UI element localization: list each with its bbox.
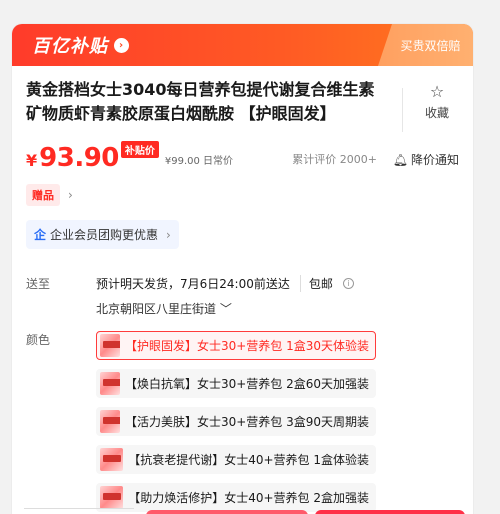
bell-icon: 🔔︎ [392, 152, 408, 167]
subsidy-banner[interactable]: 百亿补贴 › 买贵双倍赔 [12, 24, 473, 66]
gift-row[interactable]: 赠品 › [12, 172, 473, 206]
color-label: 颜色 [26, 333, 51, 347]
product-thumbnail [100, 448, 124, 471]
price-drop-notify-button[interactable]: 🔔︎ 降价通知 [393, 151, 459, 168]
review-count[interactable]: 累计评价 2000+ [292, 151, 377, 167]
address-selector[interactable]: 北京朝阳区八里庄街道 ﹀ [96, 300, 354, 317]
enterprise-icon: 企 [34, 228, 47, 242]
color-option[interactable]: 【活力美肤】女士30+营养包 3盒90天周期装 [96, 407, 376, 436]
product-title: 黄金搭档女士3040每日营养包提代谢复合维生素矿物质虾青素胶原蛋白烟酰胺 【护眼… [26, 80, 375, 123]
color-option[interactable]: 【焕白抗氧】女士30+营养包 2盒60天加强装 [96, 369, 376, 398]
color-option-label: 【护眼固发】女士30+营养包 1盒30天体验装 [124, 339, 369, 353]
product-card: 百亿补贴 › 买贵双倍赔 黄金搭档女士3040每日营养包提代谢复合维生素矿物质虾… [12, 24, 473, 514]
subsidy-logo-text: 百亿补贴 [32, 36, 108, 57]
color-option[interactable]: 【护眼固发】女士30+营养包 1盒30天体验装 [96, 331, 376, 360]
notify-label: 降价通知 [410, 153, 459, 167]
color-option-label: 【抗衰老提代谢】女士40+营养包 1盒体验装 [128, 453, 369, 467]
color-option[interactable]: 【助力焕活修护】女士40+营养包 2盒加强装 [96, 483, 376, 512]
chevron-down-icon: ﹀ [219, 302, 232, 316]
info-icon[interactable]: i [342, 278, 354, 289]
subsidy-logo: 百亿补贴 › [32, 32, 129, 58]
color-option-label: 【助力焕活修护】女士40+营养包 2盒加强装 [128, 491, 369, 505]
action-buttons [12, 510, 473, 514]
original-price: ¥99.00 日常价 [164, 156, 234, 167]
subsidy-price-badge: 补贴价 [120, 141, 159, 158]
chevron-right-icon: › [166, 227, 171, 242]
favorite-label: 收藏 [424, 106, 449, 120]
currency-symbol: ¥ [26, 151, 38, 170]
color-section: 颜色 【护眼固发】女士30+营养包 1盒30天体验装 【焕白抗氧】女士30+营养包… [12, 317, 473, 512]
product-thumbnail [100, 486, 124, 509]
subsidy-price: ¥ 93.90 [26, 144, 119, 172]
delivery-estimate: 预计明天发货，7月6日24:00前送达 [96, 277, 290, 291]
address-text: 北京朝阳区八里庄街道 [96, 302, 217, 316]
color-options: 【护眼固发】女士30+营养包 1盒30天体验装 【焕白抗氧】女士30+营养包 2盒… [96, 331, 376, 512]
chevron-right-icon: › [68, 188, 73, 202]
color-option[interactable]: 【抗衰老提代谢】女士40+营养包 1盒体验装 [96, 445, 376, 474]
color-option-label: 【活力美肤】女士30+营养包 3盒90天周期装 [124, 415, 369, 429]
shipping-label: 送至 [26, 277, 51, 291]
divider [402, 88, 403, 132]
product-thumbnail [100, 410, 120, 433]
free-shipping: 包邮 [299, 275, 333, 292]
product-thumbnail [100, 372, 120, 395]
product-thumbnail [100, 334, 120, 357]
favorite-button[interactable]: ☆ 收藏 [417, 78, 457, 132]
price-row: ¥ 93.90 补贴价 ¥99.00 日常价 累计评价 2000+ 🔔︎ 降价通… [12, 132, 473, 172]
buy-now-button[interactable] [315, 510, 465, 514]
star-outline-icon: ☆ [429, 82, 445, 101]
price-value: 93.90 [39, 143, 119, 173]
double-refund-badge[interactable]: 买贵双倍赔 [378, 24, 473, 66]
corporate-group-buy-banner[interactable]: 企 企业会员团购更优惠 › [26, 220, 179, 249]
gift-tag: 赠品 [26, 184, 60, 206]
color-option-label: 【焕白抗氧】女士30+营养包 2盒60天加强装 [124, 377, 369, 391]
title-row: 黄金搭档女士3040每日营养包提代谢复合维生素矿物质虾青素胶原蛋白烟酰胺 【护眼… [12, 66, 473, 132]
shipping-section: 送至 预计明天发货，7月6日24:00前送达 包邮 i 北京朝阳区八里庄街道 ﹀ [12, 249, 473, 317]
add-to-cart-button[interactable] [146, 510, 308, 514]
chevron-right-icon: › [114, 37, 129, 53]
corporate-label: 企业会员团购更优惠 [50, 228, 159, 242]
